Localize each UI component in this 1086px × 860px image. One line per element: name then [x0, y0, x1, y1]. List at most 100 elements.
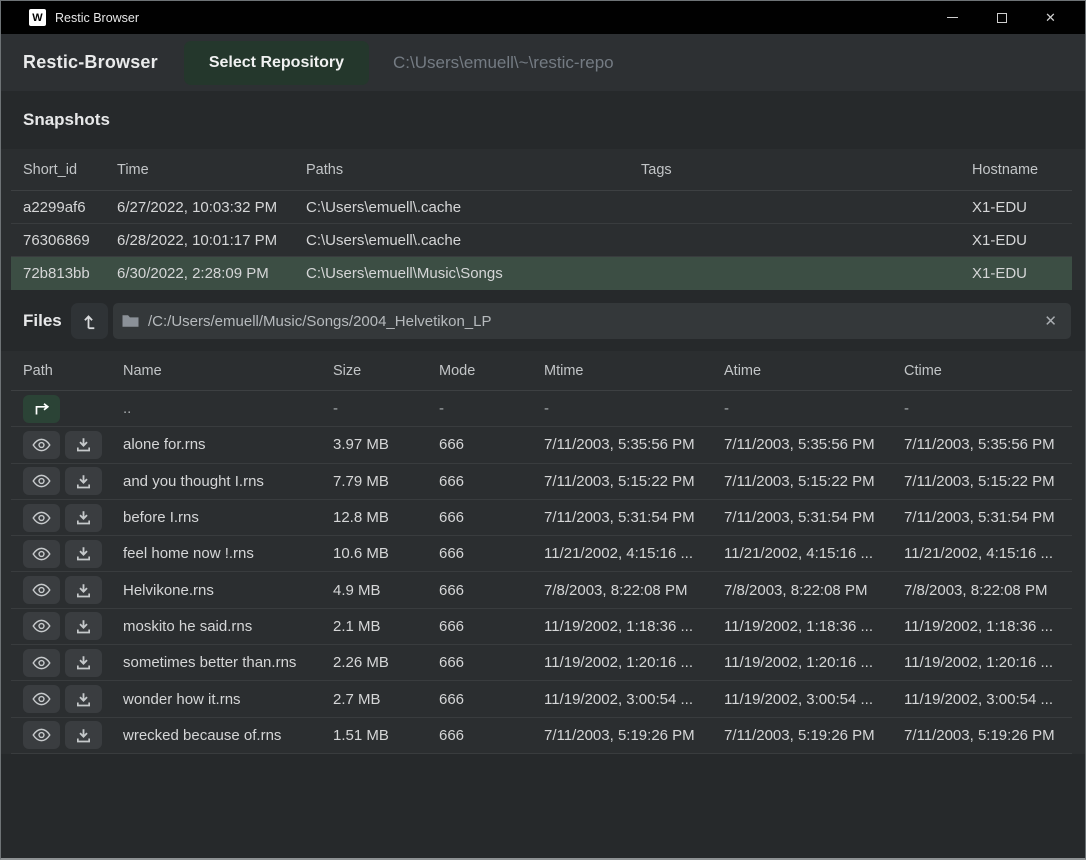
file-name: before I.rns: [123, 509, 333, 526]
file-size: 2.7 MB: [333, 691, 439, 708]
file-name: moskito he said.rns: [123, 618, 333, 635]
download-file-button[interactable]: [65, 467, 102, 495]
select-repository-button[interactable]: Select Repository: [184, 41, 369, 85]
eye-icon: [32, 438, 51, 452]
snapshot-row[interactable]: 72b813bb6/30/2022, 2:28:09 PMC:\Users\em…: [11, 257, 1072, 290]
download-file-button[interactable]: [65, 721, 102, 749]
file-mode: 666: [439, 545, 544, 562]
file-actions: [23, 395, 123, 423]
file-row[interactable]: Helvikone.rns4.9 MB6667/8/2003, 8:22:08 …: [11, 572, 1072, 608]
download-file-button[interactable]: [65, 649, 102, 677]
eye-icon: [32, 511, 51, 525]
file-ctime: 7/11/2003, 5:31:54 PM: [904, 509, 1072, 526]
parent-directory-row[interactable]: ..-----: [11, 391, 1072, 427]
download-icon: [76, 655, 91, 670]
snapshot-short-id: a2299af6: [23, 199, 117, 216]
file-row[interactable]: before I.rns12.8 MB6667/11/2003, 5:31:54…: [11, 500, 1072, 536]
preview-file-button[interactable]: [23, 467, 60, 495]
file-actions: [23, 540, 123, 568]
snapshots-table: Short_id Time Paths Tags Hostname a2299a…: [1, 149, 1085, 290]
snapshot-paths: C:\Users\emuell\.cache: [306, 199, 641, 216]
file-mode: 666: [439, 618, 544, 635]
snapshot-row[interactable]: a2299af66/27/2022, 10:03:32 PMC:\Users\e…: [11, 191, 1072, 224]
file-row[interactable]: alone for.rns3.97 MB6667/11/2003, 5:35:5…: [11, 427, 1072, 463]
minimize-button[interactable]: [928, 1, 977, 34]
file-atime: 7/11/2003, 5:31:54 PM: [724, 509, 904, 526]
file-actions: [23, 649, 123, 677]
file-ctime: 7/11/2003, 5:35:56 PM: [904, 436, 1072, 453]
snapshots-table-header: Short_id Time Paths Tags Hostname: [11, 149, 1072, 191]
titlebar[interactable]: W Restic Browser ✕: [1, 1, 1085, 34]
download-file-button[interactable]: [65, 504, 102, 532]
maximize-icon: [997, 13, 1007, 23]
column-name: Name: [123, 363, 333, 379]
current-path-value: /C:/Users/emuell/Music/Songs/2004_Helvet…: [148, 313, 1030, 330]
file-row[interactable]: wrecked because of.rns1.51 MB6667/11/200…: [11, 718, 1072, 754]
preview-file-button[interactable]: [23, 649, 60, 677]
file-atime: 7/11/2003, 5:35:56 PM: [724, 436, 904, 453]
snapshot-row[interactable]: 763068696/28/2022, 10:01:17 PMC:\Users\e…: [11, 224, 1072, 257]
file-actions: [23, 612, 123, 640]
column-mtime: Mtime: [544, 363, 724, 379]
file-mode: 666: [439, 436, 544, 453]
close-button[interactable]: ✕: [1026, 1, 1075, 34]
download-file-button[interactable]: [65, 685, 102, 713]
preview-file-button[interactable]: [23, 721, 60, 749]
file-name: wonder how it.rns: [123, 691, 333, 708]
download-file-button[interactable]: [65, 540, 102, 568]
download-file-button[interactable]: [65, 576, 102, 604]
file-actions: [23, 431, 123, 459]
snapshot-time: 6/27/2022, 10:03:32 PM: [117, 199, 306, 216]
file-mtime: 7/11/2003, 5:15:22 PM: [544, 473, 724, 490]
maximize-button[interactable]: [977, 1, 1026, 34]
app-name: Restic-Browser: [23, 52, 158, 73]
column-hostname: Hostname: [972, 162, 1072, 178]
file-size: -: [333, 400, 439, 417]
preview-file-button[interactable]: [23, 431, 60, 459]
file-atime: -: [724, 400, 904, 417]
repository-path[interactable]: C:\Users\emuell\~\restic-repo: [393, 53, 614, 73]
download-file-button[interactable]: [65, 431, 102, 459]
download-icon: [76, 728, 91, 743]
preview-file-button[interactable]: [23, 576, 60, 604]
file-mtime: -: [544, 400, 724, 417]
eye-icon: [32, 692, 51, 706]
file-atime: 11/19/2002, 3:00:54 ...: [724, 691, 904, 708]
window-controls: ✕: [928, 1, 1085, 34]
file-name: Helvikone.rns: [123, 582, 333, 599]
clear-path-icon[interactable]: ✕: [1030, 312, 1071, 330]
file-row[interactable]: moskito he said.rns2.1 MB66611/19/2002, …: [11, 609, 1072, 645]
preview-file-button[interactable]: [23, 685, 60, 713]
file-size: 4.9 MB: [333, 582, 439, 599]
eye-icon: [32, 728, 51, 742]
close-icon: ✕: [1045, 11, 1056, 24]
app-icon: W: [29, 9, 46, 26]
download-file-button[interactable]: [65, 612, 102, 640]
file-actions: [23, 467, 123, 495]
file-row[interactable]: sometimes better than.rns2.26 MB66611/19…: [11, 645, 1072, 681]
up-directory-button[interactable]: [71, 303, 108, 339]
column-paths: Paths: [306, 162, 641, 178]
file-ctime: 7/11/2003, 5:19:26 PM: [904, 727, 1072, 744]
file-actions: [23, 721, 123, 749]
snapshot-hostname: X1-EDU: [972, 199, 1072, 216]
eye-icon: [32, 547, 51, 561]
file-row[interactable]: feel home now !.rns10.6 MB66611/21/2002,…: [11, 536, 1072, 572]
file-mode: 666: [439, 727, 544, 744]
file-row[interactable]: and you thought I.rns7.79 MB6667/11/2003…: [11, 464, 1072, 500]
file-mtime: 7/11/2003, 5:19:26 PM: [544, 727, 724, 744]
file-ctime: 7/8/2003, 8:22:08 PM: [904, 582, 1072, 599]
snapshot-paths: C:\Users\emuell\.cache: [306, 232, 641, 249]
preview-file-button[interactable]: [23, 612, 60, 640]
file-ctime: 11/21/2002, 4:15:16 ...: [904, 545, 1072, 562]
go-parent-button[interactable]: [23, 395, 60, 423]
current-path-input[interactable]: /C:/Users/emuell/Music/Songs/2004_Helvet…: [113, 303, 1071, 339]
column-path: Path: [23, 363, 123, 379]
file-name: ..: [123, 400, 333, 417]
files-table: Path Name Size Mode Mtime Atime Ctime ..…: [1, 351, 1085, 754]
snapshot-time: 6/30/2022, 2:28:09 PM: [117, 265, 306, 282]
file-row[interactable]: wonder how it.rns2.7 MB66611/19/2002, 3:…: [11, 681, 1072, 717]
file-mode: 666: [439, 654, 544, 671]
preview-file-button[interactable]: [23, 540, 60, 568]
preview-file-button[interactable]: [23, 504, 60, 532]
